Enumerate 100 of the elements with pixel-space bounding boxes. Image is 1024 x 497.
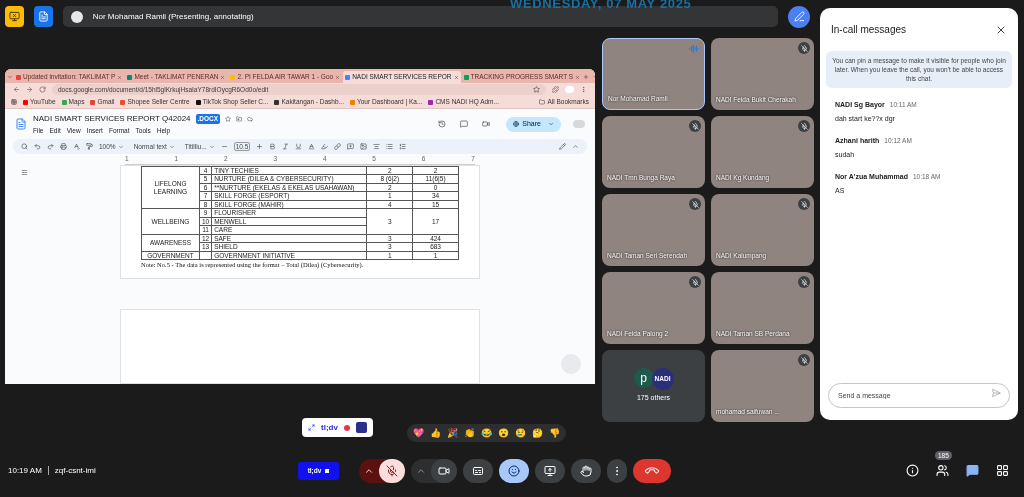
text-color-icon[interactable] [308, 143, 316, 150]
leave-call-button[interactable] [633, 458, 671, 483]
bold-icon[interactable] [269, 143, 277, 150]
number-cell [199, 251, 212, 260]
docs-logo-icon[interactable] [15, 117, 27, 131]
pen-icon [793, 11, 805, 22]
reaction-emoji[interactable]: 🎉 [446, 428, 458, 438]
tab-favicon-icon [345, 74, 351, 80]
chat-button[interactable] [964, 462, 980, 479]
video-call-icon[interactable] [482, 120, 491, 128]
image-icon[interactable] [360, 143, 368, 150]
reaction-emoji[interactable]: 👍 [429, 428, 441, 438]
tldv-label: tl;dv [321, 421, 338, 434]
avatar: p [633, 368, 654, 389]
folder-icon [539, 99, 546, 105]
cloud-icon[interactable] [247, 115, 254, 122]
document-title[interactable]: NADI SMART SERVICES REPORT Q42024 [33, 112, 191, 125]
stop-presenting-button[interactable] [5, 6, 24, 27]
meeting-details-button[interactable] [904, 462, 920, 479]
paint-format-icon[interactable] [86, 143, 93, 150]
new-tab-icon[interactable] [583, 74, 590, 80]
history-icon[interactable] [438, 120, 447, 128]
globe-icon [513, 121, 520, 127]
italic-icon[interactable] [282, 143, 290, 150]
star-icon[interactable] [225, 115, 232, 122]
spellcheck-icon[interactable] [73, 143, 80, 150]
raise-hand-button[interactable] [571, 458, 601, 483]
search-icon[interactable] [21, 143, 28, 150]
highlight-icon[interactable] [321, 143, 329, 150]
numbered-list-icon[interactable] [399, 143, 407, 150]
close-tab-icon[interactable] [335, 74, 341, 80]
screen-share-icon [544, 464, 556, 477]
back-icon[interactable] [13, 86, 20, 93]
add-comment-icon[interactable] [347, 143, 355, 150]
assistant-icon[interactable] [355, 422, 367, 433]
camera-button[interactable] [431, 458, 457, 483]
captions-button[interactable] [463, 458, 493, 483]
bookmark-star-icon[interactable] [533, 86, 540, 93]
close-tab-icon[interactable] [117, 74, 123, 80]
link-icon[interactable] [334, 143, 342, 150]
activities-button[interactable] [994, 462, 1010, 479]
send-icon[interactable] [991, 388, 1001, 398]
reaction-emoji[interactable]: 👏 [463, 428, 475, 438]
close-tab-icon[interactable] [575, 74, 581, 80]
reaction-emoji[interactable]: 💖 [412, 428, 424, 438]
caret-icon [117, 143, 124, 150]
tab-favicon-icon [463, 74, 469, 80]
underline-icon[interactable] [295, 143, 303, 150]
info-icon [905, 464, 919, 477]
presenter-avatar [70, 10, 83, 23]
close-tab-icon[interactable] [453, 74, 459, 80]
tab-favicon-icon [16, 74, 21, 80]
caret-icon [208, 143, 215, 150]
move-icon[interactable] [236, 115, 243, 122]
hand-icon [580, 464, 592, 477]
extensions-icon[interactable] [552, 86, 559, 93]
print-icon[interactable] [60, 143, 67, 150]
decrease-size-icon[interactable] [220, 143, 228, 150]
tab-favicon-icon [127, 74, 133, 80]
speaking-indicator-icon [689, 44, 699, 54]
outline-icon[interactable] [21, 169, 28, 176]
tab-list-icon[interactable] [7, 74, 13, 80]
caret-icon [168, 143, 175, 150]
redo-icon[interactable] [47, 143, 54, 150]
apps-icon[interactable] [11, 99, 17, 105]
present-button[interactable] [535, 458, 565, 483]
monitor-off-icon [8, 11, 20, 22]
increase-size-icon[interactable] [256, 143, 264, 150]
tab-favicon-icon [230, 74, 236, 80]
editing-mode-icon[interactable] [559, 143, 566, 150]
reaction-emoji[interactable]: 👎 [548, 428, 560, 438]
align-icon[interactable] [373, 143, 381, 150]
people-icon [935, 464, 949, 477]
expand-icon[interactable] [308, 424, 315, 431]
more-options-button[interactable] [607, 458, 627, 483]
presenter-label: Nor Mohamad Ramli (Presenting, annotating) [92, 10, 254, 23]
undo-icon[interactable] [34, 143, 41, 150]
forward-icon[interactable] [26, 86, 33, 93]
meeting-code: zqf-csnt-imi [54, 464, 96, 477]
smiley-icon [508, 464, 520, 477]
mic-button[interactable] [379, 458, 405, 483]
captions-icon [472, 464, 484, 477]
document-icon [37, 11, 49, 22]
chat-icon [965, 464, 979, 477]
chat-title: In-call messages [831, 23, 907, 37]
reaction-emoji[interactable]: 😢 [514, 428, 526, 438]
close-tab-icon[interactable] [220, 74, 226, 80]
reactions-button[interactable] [499, 458, 529, 483]
grid-icon [995, 464, 1009, 477]
reaction-emoji[interactable]: 😮 [497, 428, 509, 438]
reaction-emoji[interactable]: 🤔 [531, 428, 543, 438]
notes-button[interactable] [33, 6, 53, 27]
meeting-time: 10:19 AM [8, 464, 42, 477]
comments-icon[interactable] [460, 120, 469, 128]
annotate-button[interactable] [788, 5, 810, 28]
reaction-emoji[interactable]: 😂 [480, 428, 492, 438]
collapse-icon[interactable] [572, 143, 579, 150]
caret-icon [548, 121, 554, 127]
reload-icon[interactable] [39, 86, 46, 93]
bullet-list-icon[interactable] [386, 143, 394, 150]
